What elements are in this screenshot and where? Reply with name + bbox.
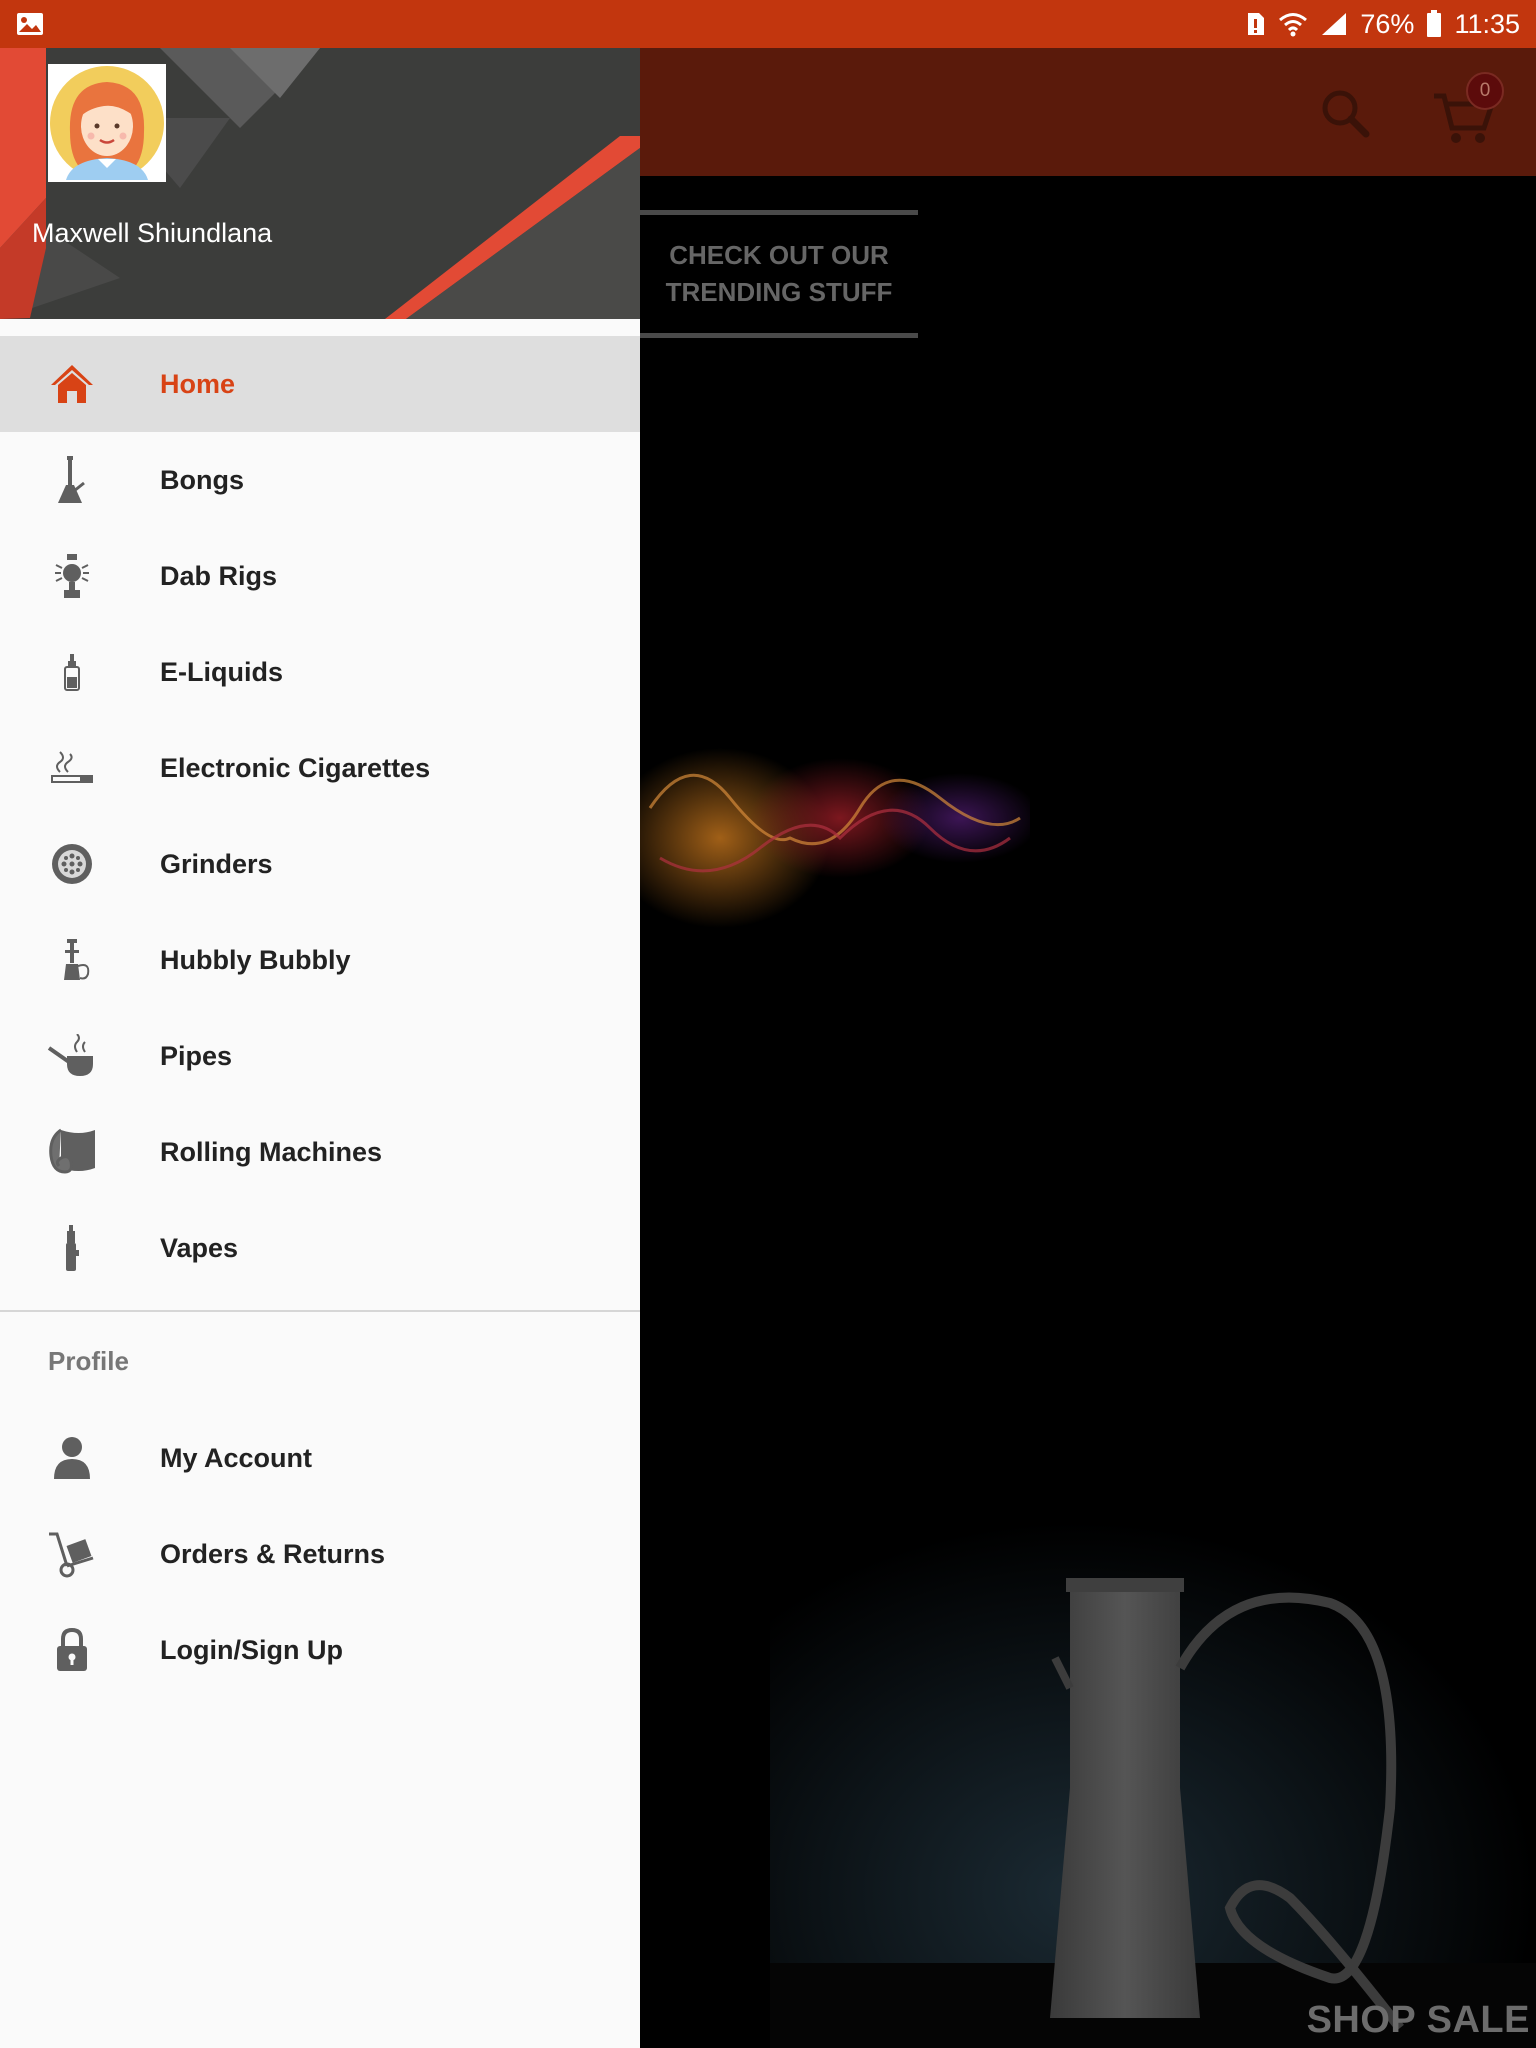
drawer-item-login-sign-up[interactable]: Login/Sign Up: [0, 1602, 640, 1698]
dab-rig-icon: [44, 552, 100, 600]
clock: 11:35: [1454, 8, 1520, 39]
trending-banner[interactable]: CHECK OUT OUR TRENDING STUFF: [640, 210, 918, 338]
cigarette-icon: [44, 744, 100, 792]
drawer-item-label: My Account: [160, 1442, 313, 1473]
home-icon: [44, 360, 100, 408]
avatar[interactable]: [48, 64, 166, 182]
drawer-item-e-liquids[interactable]: E-Liquids: [0, 624, 640, 720]
drawer-item-home[interactable]: Home: [0, 336, 640, 432]
grinder-icon: [44, 840, 100, 888]
shop-sale-label[interactable]: SHOP SALE: [1307, 1999, 1530, 2042]
drawer-menu: Home Bongs Dab Rigs E-Liquids Electronic…: [0, 336, 640, 1698]
battery-percent: 76%: [1360, 8, 1415, 39]
drawer-item-dab-rigs[interactable]: Dab Rigs: [0, 528, 640, 624]
bong-icon: [44, 456, 100, 504]
drawer-item-bongs[interactable]: Bongs: [0, 432, 640, 528]
status-bar: 76% 11:35: [0, 0, 1536, 48]
hand-truck-icon: [44, 1530, 100, 1578]
drawer-item-label: Electronic Cigarettes: [160, 752, 431, 783]
hookah-product-image: [770, 1428, 1536, 2048]
drawer-item-label: Hubbly Bubbly: [160, 944, 351, 975]
drawer-item-rolling-machines[interactable]: Rolling Machines: [0, 1104, 640, 1200]
drawer-item-label: Login/Sign Up: [160, 1634, 343, 1665]
pipe-icon: [44, 1032, 100, 1080]
smoke-image: [610, 688, 1040, 968]
screen: 76% 11:35 0 CHECK OUT OUR TRENDING STUFF: [0, 0, 1536, 2048]
drawer-item-label: Bongs: [160, 464, 244, 495]
vape-pen-icon: [44, 1224, 100, 1272]
user-name: Maxwell Shiundlana: [32, 218, 273, 248]
e-liquid-bottle-icon: [44, 648, 100, 696]
drawer-item-vapes[interactable]: Vapes: [0, 1200, 640, 1296]
drawer-item-grinders[interactable]: Grinders: [0, 816, 640, 912]
navigation-drawer: Maxwell Shiundlana Home Bongs Dab Rigs E…: [0, 48, 640, 2048]
drawer-item-label: Dab Rigs: [160, 560, 278, 591]
sim-alert-icon: [1246, 11, 1266, 37]
drawer-header: Maxwell Shiundlana: [0, 48, 640, 319]
wifi-icon: [1278, 11, 1308, 37]
battery-icon: [1426, 10, 1442, 38]
drawer-item-label: Home: [160, 368, 236, 399]
lock-icon: [44, 1626, 100, 1674]
drawer-item-electronic-cigarettes[interactable]: Electronic Cigarettes: [0, 720, 640, 816]
drawer-item-label: Grinders: [160, 848, 273, 879]
search-icon[interactable]: [1318, 86, 1374, 142]
hookah-icon: [44, 936, 100, 984]
rolling-paper-icon: [44, 1128, 100, 1176]
drawer-item-label: Vapes: [160, 1232, 239, 1263]
user-icon: [44, 1434, 100, 1482]
drawer-item-label: E-Liquids: [160, 656, 283, 687]
gallery-notification-icon: [16, 12, 44, 36]
cart-count-badge: 0: [1466, 72, 1504, 110]
drawer-item-label: Pipes: [160, 1040, 233, 1071]
drawer-item-label: Orders & Returns: [160, 1538, 386, 1569]
drawer-item-my-account[interactable]: My Account: [0, 1410, 640, 1506]
signal-icon: [1320, 11, 1348, 37]
profile-section-title: Profile: [48, 1345, 129, 1376]
drawer-item-hubbly-bubbly[interactable]: Hubbly Bubbly: [0, 912, 640, 1008]
drawer-item-label: Rolling Machines: [160, 1136, 383, 1167]
drawer-item-orders-returns[interactable]: Orders & Returns: [0, 1506, 640, 1602]
drawer-item-pipes[interactable]: Pipes: [0, 1008, 640, 1104]
